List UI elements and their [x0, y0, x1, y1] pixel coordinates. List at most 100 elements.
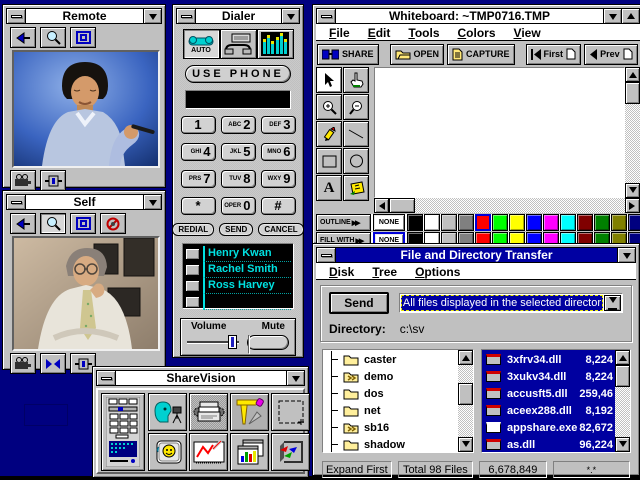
contact-select-button[interactable] [185, 296, 200, 308]
scroll-down-button[interactable] [615, 437, 630, 452]
zoom-button[interactable] [40, 213, 66, 234]
minimize-button[interactable] [603, 9, 621, 23]
keypad-key-#[interactable]: # [261, 197, 296, 215]
tools-launcher-button[interactable] [230, 393, 269, 431]
outline-none-button[interactable]: NONE [373, 214, 405, 231]
scrollbar-thumb[interactable] [389, 198, 415, 213]
outline-color-swatch[interactable] [577, 214, 593, 231]
canvas-horizontal-scrollbar[interactable] [374, 198, 640, 213]
rectangle-tool[interactable] [316, 148, 342, 174]
file-scrollbar[interactable] [615, 350, 630, 452]
minimize-button[interactable] [143, 195, 161, 209]
note-tool[interactable] [343, 175, 369, 201]
sharevision-title-bar[interactable]: ShareVision [96, 370, 305, 386]
scrollbar-thumb[interactable] [625, 82, 640, 104]
file-row-as.dll[interactable]: as.dll96,224 [482, 436, 615, 452]
appshare-launcher-button[interactable] [271, 433, 310, 471]
canvas-vertical-scrollbar[interactable] [625, 67, 640, 198]
scroll-up-button[interactable] [615, 350, 630, 365]
menu-edit[interactable]: Edit [359, 25, 400, 39]
open-button[interactable]: OPEN [390, 44, 445, 65]
menu-tools[interactable]: Tools [399, 25, 448, 39]
scrollbar-thumb[interactable] [458, 383, 473, 405]
privacy-button[interactable] [100, 213, 126, 234]
line-tool[interactable] [343, 121, 369, 147]
scroll-right-button[interactable] [625, 198, 640, 213]
scrollbar-track[interactable] [415, 198, 625, 213]
pin-button[interactable] [10, 213, 36, 234]
outline-color-swatch[interactable] [407, 214, 423, 231]
contact-select-button[interactable] [185, 280, 200, 292]
scroll-up-button[interactable] [458, 350, 473, 365]
menu-options[interactable]: Options [406, 264, 469, 278]
menu-disk[interactable]: Disk [320, 264, 363, 278]
scrollbar-track[interactable] [615, 387, 630, 437]
folder-row-caster[interactable]: caster [323, 351, 458, 368]
outline-color-swatch[interactable] [543, 214, 559, 231]
tree-scrollbar[interactable] [458, 350, 473, 452]
system-menu-button[interactable] [7, 195, 26, 209]
keypad-key-9[interactable]: WXY9 [261, 170, 296, 188]
whiteboard-launcher-button[interactable] [189, 433, 228, 471]
volume-slider[interactable] [187, 341, 239, 344]
hand-tool[interactable] [343, 67, 369, 93]
keypad-key-2[interactable]: ABC2 [221, 116, 256, 134]
keypad-key-0[interactable]: OPER0 [221, 197, 256, 215]
keypad-key-6[interactable]: MNO6 [261, 143, 296, 161]
system-menu-button[interactable] [7, 9, 26, 23]
frame-size-button[interactable] [70, 27, 96, 48]
folder-row-shadow[interactable]: shadow [323, 436, 458, 452]
minimize-button[interactable] [281, 9, 299, 23]
pointer-tool[interactable] [316, 67, 342, 93]
outline-color-swatch[interactable] [594, 214, 610, 231]
dialer-launcher-button[interactable] [101, 393, 145, 471]
scroll-up-button[interactable] [625, 67, 640, 82]
share-button[interactable]: SHARE [317, 44, 379, 65]
pin-button[interactable] [10, 27, 36, 48]
menu-tree[interactable]: Tree [363, 264, 406, 278]
outline-color-swatch[interactable] [424, 214, 440, 231]
outline-color-swatch[interactable] [458, 214, 474, 231]
contact-select-button[interactable] [185, 264, 200, 276]
outline-color-swatch[interactable] [509, 214, 525, 231]
outline-label-button[interactable]: OUTLINE ▶▶ [316, 214, 371, 231]
mirror-button[interactable] [40, 353, 66, 374]
whiteboard-canvas[interactable] [374, 67, 625, 198]
capture-button[interactable]: CAPTURE [447, 44, 515, 65]
menu-file[interactable]: File [320, 25, 359, 39]
send-button[interactable]: SEND [219, 223, 253, 236]
cancel-button[interactable]: CANCEL [258, 223, 303, 236]
menu-colors[interactable]: Colors [449, 25, 505, 39]
redial-button[interactable]: REDIAL [172, 223, 214, 236]
file-row-accusft5.dll[interactable]: accusft5.dll259,46 [482, 385, 615, 402]
combo-dropdown-button[interactable] [604, 295, 621, 311]
text-tool[interactable]: A [316, 175, 342, 201]
maximize-button[interactable] [621, 9, 639, 23]
mute-button[interactable] [247, 335, 289, 350]
menu-view[interactable]: View [505, 25, 550, 39]
dialer-title-bar[interactable]: Dialer [176, 8, 300, 24]
file-transfer-launcher-button[interactable] [230, 433, 269, 471]
keypad-key-4[interactable]: GHI4 [181, 143, 216, 161]
keypad-key-8[interactable]: TUV8 [221, 170, 256, 188]
manual-phone-button[interactable] [220, 29, 257, 59]
scrollbar-track[interactable] [458, 405, 473, 437]
camera-button[interactable] [10, 353, 36, 374]
self-title-bar[interactable]: Self [6, 194, 162, 210]
send-button[interactable]: Send [329, 292, 389, 314]
rolodex-launcher-button[interactable] [189, 393, 228, 431]
minimize-button[interactable] [143, 9, 161, 23]
scrollbar-track[interactable] [458, 365, 473, 383]
first-page-button[interactable]: First [526, 44, 582, 65]
minimize-button[interactable] [286, 371, 304, 385]
audio-levels-button[interactable] [257, 29, 294, 59]
outline-color-swatch[interactable] [475, 214, 491, 231]
file-row-aceex288.dll[interactable]: aceex288.dll8,192 [482, 402, 615, 419]
videophone-launcher-button[interactable] [148, 393, 187, 431]
outline-color-swatch[interactable] [526, 214, 542, 231]
connection-button[interactable] [40, 170, 66, 191]
minimize-button[interactable] [617, 248, 635, 262]
use-phone-button[interactable]: USE PHONE [185, 65, 291, 83]
remote-title-bar[interactable]: Remote [6, 8, 162, 24]
snapshot-launcher-button[interactable] [148, 433, 187, 471]
